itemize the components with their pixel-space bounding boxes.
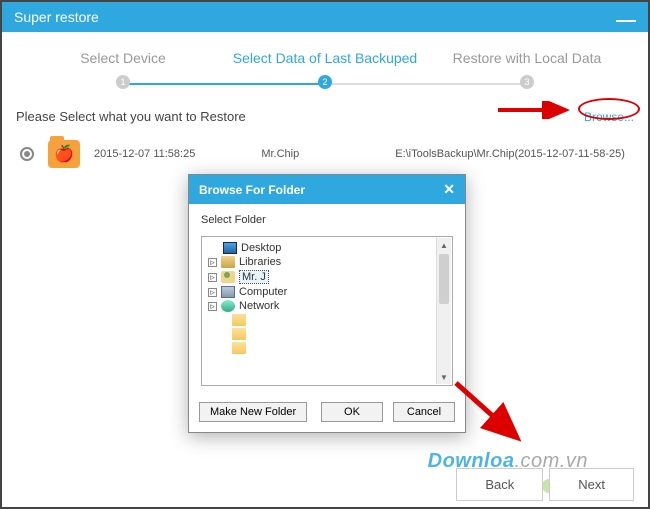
scroll-thumb[interactable] [439, 254, 449, 304]
folder-icon [232, 342, 246, 354]
window-title: Super restore [14, 9, 99, 25]
backup-path: E:\iToolsBackup\Mr.Chip(2015-12-07-11-58… [395, 148, 625, 160]
step-label: Select Data of Last Backuped [224, 50, 426, 66]
folder-icon: 🍎 [48, 140, 80, 168]
expand-icon[interactable]: ▹ [208, 302, 217, 311]
tree-label: Desktop [241, 242, 281, 254]
expand-icon[interactable]: ▹ [208, 288, 217, 297]
browse-folder-dialog: Browse For Folder ✕ Select Folder Deskto… [188, 174, 466, 433]
instruction-text: Please Select what you want to Restore [16, 109, 246, 124]
step-label: Select Device [22, 50, 224, 66]
expand-icon[interactable]: ▹ [208, 258, 217, 267]
wizard-stepper: Select Device 1 Select Data of Last Back… [2, 32, 648, 99]
tree-item-subfolder[interactable] [232, 313, 446, 327]
backup-user: Mr.Chip [261, 148, 299, 160]
tree-label: Computer [239, 286, 287, 298]
step-dot: 1 [116, 75, 130, 89]
title-bar: Super restore [2, 2, 648, 32]
tree-item-subfolder[interactable] [232, 327, 446, 341]
step-label: Restore with Local Data [426, 50, 628, 66]
scrollbar[interactable]: ▲ ▼ [436, 238, 451, 384]
tree-label: Network [239, 300, 279, 312]
backup-date: 2015-12-07 11:58:25 [94, 148, 195, 160]
tree-label: Mr. J [239, 270, 269, 284]
make-new-folder-button[interactable]: Make New Folder [199, 402, 307, 422]
folder-tree[interactable]: Desktop ▹ Libraries ▹ Mr. J ▹ Computer ▹… [201, 236, 453, 386]
tree-item-network[interactable]: ▹ Network [208, 299, 446, 313]
step-select-data[interactable]: Select Data of Last Backuped 2 [224, 50, 426, 89]
ok-button[interactable]: OK [321, 402, 383, 422]
step-dot: 2 [318, 75, 332, 89]
dialog-subtitle: Select Folder [201, 214, 453, 226]
desktop-icon [223, 242, 237, 254]
expand-icon[interactable]: ▹ [208, 273, 217, 282]
tree-item-desktop[interactable]: Desktop [208, 241, 446, 255]
tree-item-subfolder[interactable] [232, 341, 446, 355]
cancel-button[interactable]: Cancel [393, 402, 455, 422]
apple-icon: 🍎 [54, 144, 74, 164]
folder-icon [232, 328, 246, 340]
tree-item-mrj[interactable]: ▹ Mr. J [208, 269, 446, 285]
browse-link[interactable]: Browse... [584, 110, 634, 124]
minimize-button[interactable] [616, 20, 636, 22]
step-restore-local[interactable]: Restore with Local Data 3 [426, 50, 628, 89]
instruction-row: Please Select what you want to Restore B… [2, 99, 648, 130]
footer-buttons: Back Next [456, 468, 634, 501]
computer-icon [221, 286, 235, 298]
tree-label: Libraries [239, 256, 281, 268]
scroll-up-icon[interactable]: ▲ [437, 238, 451, 252]
dialog-title: Browse For Folder [199, 183, 305, 197]
user-folder-icon [221, 271, 235, 283]
tree-item-computer[interactable]: ▹ Computer [208, 285, 446, 299]
radio-button[interactable] [20, 147, 34, 161]
network-icon [221, 300, 235, 312]
step-select-device[interactable]: Select Device 1 [22, 50, 224, 89]
scroll-down-icon[interactable]: ▼ [437, 370, 451, 384]
next-button[interactable]: Next [549, 468, 634, 501]
folder-icon [232, 314, 246, 326]
libraries-icon [221, 256, 235, 268]
tree-item-libraries[interactable]: ▹ Libraries [208, 255, 446, 269]
dialog-button-row: Make New Folder OK Cancel [189, 394, 465, 432]
back-button[interactable]: Back [456, 468, 543, 501]
step-dot: 3 [520, 75, 534, 89]
dialog-titlebar: Browse For Folder ✕ [189, 175, 465, 204]
backup-item[interactable]: 🍎 2015-12-07 11:58:25 Mr.Chip E:\iToolsB… [2, 130, 648, 178]
close-icon[interactable]: ✕ [443, 181, 455, 198]
